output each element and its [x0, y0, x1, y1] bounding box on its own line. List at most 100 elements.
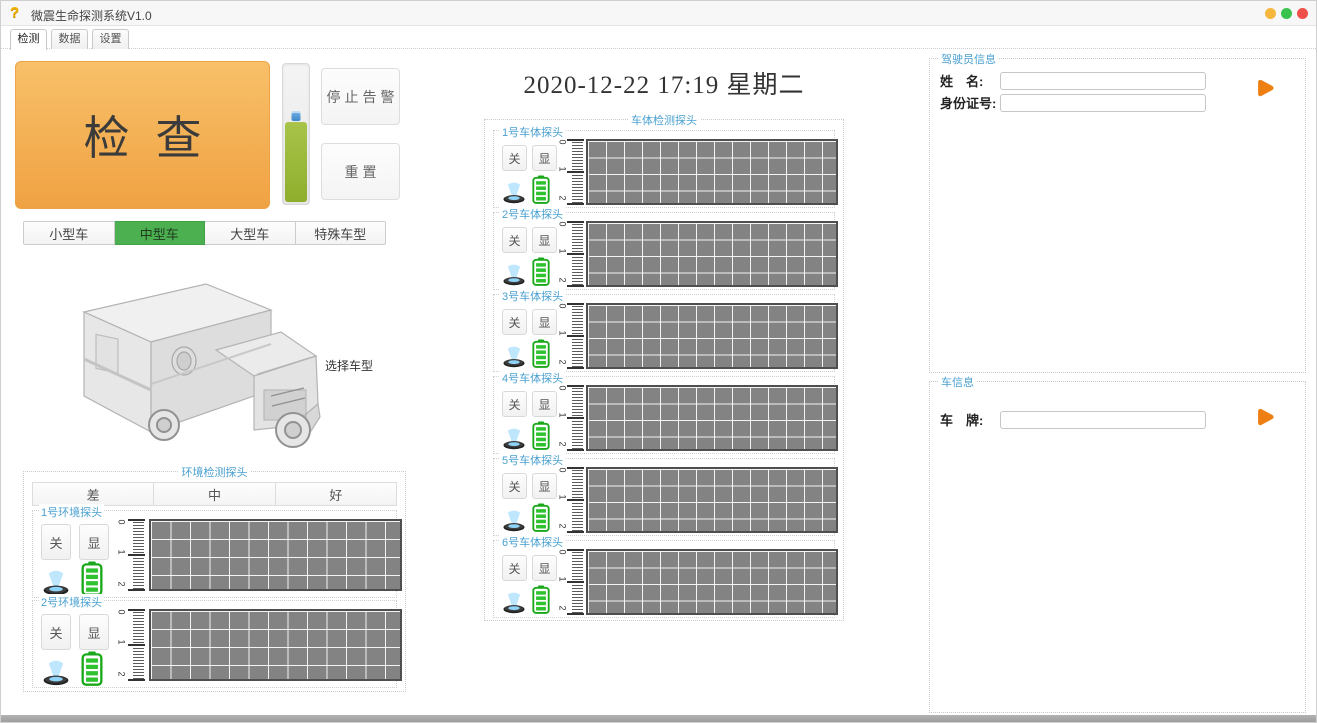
- driver-id-label: 身份证号:: [940, 93, 1000, 112]
- probe-detector-icon: [500, 339, 528, 369]
- probe-off-button[interactable]: 关: [502, 391, 527, 417]
- probe-off-button[interactable]: 关: [502, 227, 527, 253]
- ambulance-xray-image: [66, 264, 321, 451]
- probe-off-button[interactable]: 关: [502, 473, 527, 499]
- tab-detect[interactable]: 检测: [10, 29, 47, 50]
- plate-row: 车 牌:: [940, 410, 1206, 429]
- vehicle-type-special[interactable]: 特殊车型: [296, 221, 387, 245]
- probe-show-button[interactable]: 显: [532, 391, 557, 417]
- ruler-tick-1: 1: [558, 249, 568, 258]
- check-button[interactable]: 检查: [15, 61, 270, 209]
- ruler-tick-0: 0: [558, 386, 568, 395]
- plate-label: 车 牌:: [940, 410, 1000, 429]
- tab-bar: 检测 数据 设置: [1, 27, 1316, 49]
- ruler-tick-2: 2: [558, 196, 568, 205]
- ruler-tick-0: 0: [117, 610, 127, 619]
- ruler-tick-2: 2: [117, 582, 127, 591]
- window-control-dot-1[interactable]: [1265, 8, 1276, 19]
- ruler-tick-0: 0: [558, 304, 568, 313]
- detection-level-bar: [282, 63, 310, 205]
- probe-ruler: 0 1 2: [558, 303, 584, 369]
- probe-signal-grid: [586, 303, 838, 369]
- level-marker-icon: [292, 111, 301, 121]
- probe-signal-grid: [586, 467, 838, 533]
- probe-show-button[interactable]: 显: [79, 614, 109, 650]
- plate-input[interactable]: [1000, 411, 1206, 429]
- probe-group: 2号车体探头 关 显 0 1 2: [493, 212, 835, 290]
- ruler-tick-1: 1: [117, 640, 127, 649]
- probe-detector-icon: [39, 563, 73, 596]
- probe-group: 1号车体探头 关 显 0 1 2: [493, 130, 835, 208]
- probe-off-button[interactable]: 关: [502, 309, 527, 335]
- vehicle-type-large[interactable]: 大型车: [205, 221, 296, 245]
- probe-show-button[interactable]: 显: [532, 227, 557, 253]
- vehicle-info-panel: 车信息 车 牌:: [929, 381, 1306, 713]
- vehicle-type-small[interactable]: 小型车: [23, 221, 115, 245]
- probe-group: 2号环境探头 关 显 0 1 2: [32, 600, 397, 688]
- probe-ruler: 0 1 2: [558, 549, 584, 615]
- body-panel-title: 车体检测探头: [628, 112, 700, 128]
- ruler-tick-1: 1: [558, 331, 568, 340]
- quality-bad-button[interactable]: 差: [32, 482, 154, 506]
- window-bottom-edge: [1, 715, 1316, 722]
- probe-detector-icon: [500, 503, 528, 533]
- tab-data[interactable]: 数据: [51, 29, 88, 49]
- driver-panel-title: 驾驶员信息: [938, 51, 999, 67]
- air-quality-selector: 差 中 好: [32, 482, 397, 506]
- probe-group: 6号车体探头 关 显 0 1 2: [493, 540, 835, 618]
- ruler-tick-2: 2: [558, 524, 568, 533]
- driver-name-row: 姓 名:: [940, 71, 1206, 90]
- probe-show-button[interactable]: 显: [532, 473, 557, 499]
- environment-probe-panel: 环境检测探头 差 中 好 1号环境探头 关 显 0 1 2 2号环境探头 关: [23, 471, 406, 692]
- probe-off-button[interactable]: 关: [41, 614, 71, 650]
- probe-group: 3号车体探头 关 显 0 1 2: [493, 294, 835, 372]
- battery-icon: [81, 561, 103, 596]
- vehicle-type-selector: 小型车 中型车 大型车 特殊车型: [23, 221, 386, 245]
- ruler-tick-2: 2: [558, 606, 568, 615]
- probe-label: 4号车体探头: [500, 370, 565, 386]
- ruler-tick-1: 1: [117, 550, 127, 559]
- reset-button[interactable]: 重置: [321, 143, 400, 200]
- stop-alarm-button[interactable]: 停止告警: [321, 68, 400, 125]
- probe-signal-grid: [586, 549, 838, 615]
- ruler-tick-1: 1: [558, 577, 568, 586]
- driver-name-input[interactable]: [1000, 72, 1206, 90]
- probe-group: 1号环境探头 关 显 0 1 2: [32, 510, 397, 598]
- tab-settings[interactable]: 设置: [92, 29, 129, 49]
- driver-id-input[interactable]: [1000, 94, 1206, 112]
- quality-medium-button[interactable]: 中: [154, 482, 275, 506]
- driver-name-label: 姓 名:: [940, 71, 1000, 90]
- battery-icon: [532, 585, 550, 614]
- probe-ruler: 0 1 2: [558, 221, 584, 287]
- battery-icon: [532, 175, 550, 204]
- probe-off-button[interactable]: 关: [502, 145, 527, 171]
- vehicle-play-button[interactable]: [1241, 394, 1287, 440]
- probe-signal-grid: [149, 519, 402, 591]
- battery-icon: [532, 339, 550, 368]
- environment-panel-title: 环境检测探头: [179, 464, 251, 480]
- ruler-tick-1: 1: [558, 495, 568, 504]
- probe-group: 4号车体探头 关 显 0 1 2: [493, 376, 835, 454]
- probe-group: 5号车体探头 关 显 0 1 2: [493, 458, 835, 536]
- vehicle-type-medium[interactable]: 中型车: [115, 221, 206, 245]
- probe-detector-icon: [500, 175, 528, 205]
- probe-ruler: 0 1 2: [558, 139, 584, 205]
- driver-play-button[interactable]: [1241, 65, 1287, 111]
- ruler-tick-0: 0: [558, 550, 568, 559]
- probe-show-button[interactable]: 显: [532, 309, 557, 335]
- probe-detector-icon: [500, 257, 528, 287]
- probe-show-button[interactable]: 显: [532, 555, 557, 581]
- ruler-tick-1: 1: [558, 413, 568, 422]
- window-control-dot-2[interactable]: [1281, 8, 1292, 19]
- probe-off-button[interactable]: 关: [502, 555, 527, 581]
- probe-show-button[interactable]: 显: [532, 145, 557, 171]
- probe-detector-icon: [500, 585, 528, 615]
- quality-good-button[interactable]: 好: [276, 482, 397, 506]
- battery-icon: [532, 503, 550, 532]
- probe-detector-icon: [39, 653, 73, 686]
- vehicle-panel-title: 车信息: [938, 374, 977, 390]
- probe-show-button[interactable]: 显: [79, 524, 109, 560]
- ruler-tick-2: 2: [558, 360, 568, 369]
- probe-off-button[interactable]: 关: [41, 524, 71, 560]
- window-control-dot-3[interactable]: [1297, 8, 1308, 19]
